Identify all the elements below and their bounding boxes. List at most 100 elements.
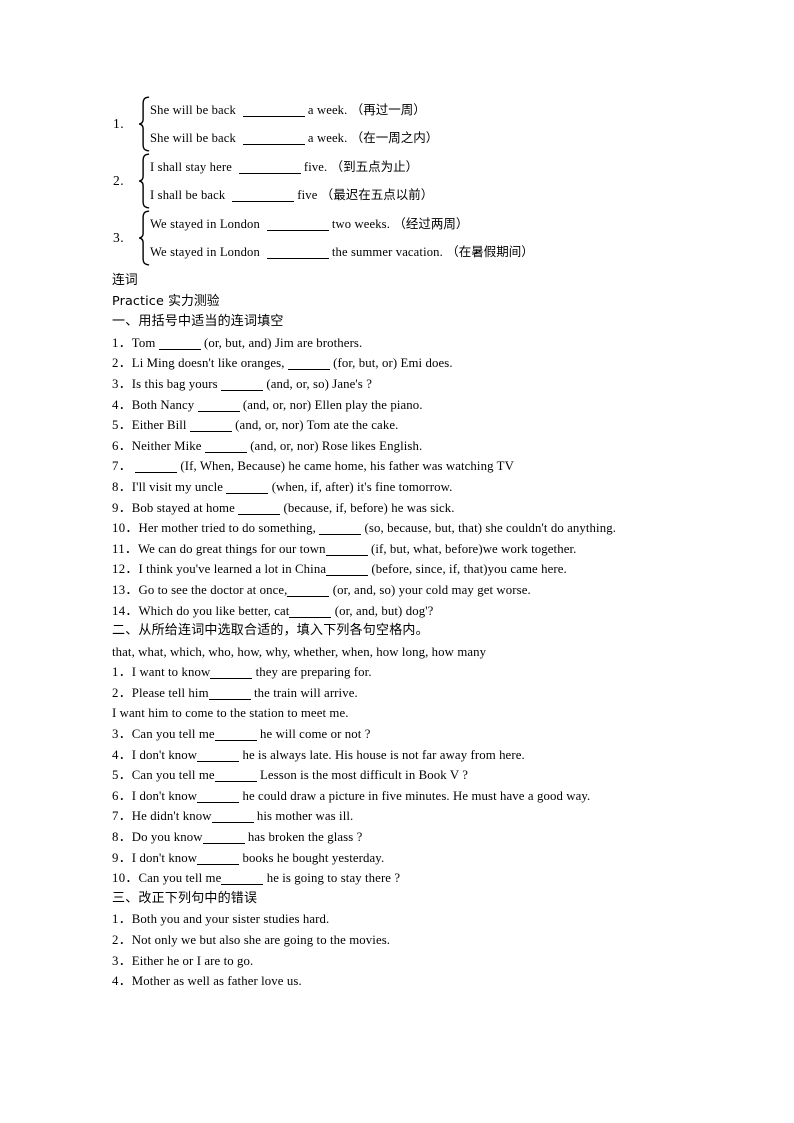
answer-blank[interactable] — [242, 133, 305, 145]
answer-blank[interactable] — [238, 162, 301, 174]
answer-blank[interactable] — [208, 688, 251, 700]
practice-title: Practice 实力测验 — [112, 293, 220, 309]
exercise-number: 1. — [113, 116, 125, 131]
answer-blank[interactable] — [319, 523, 362, 536]
sentence-before-blank: Can you tell me — [131, 768, 215, 783]
sentence-before-blank: Please tell him — [131, 685, 209, 700]
sentence-after-blank: a week. — [307, 131, 348, 145]
answer-blank[interactable] — [210, 667, 253, 680]
sentence-before-blank: Can you tell me — [138, 871, 222, 886]
answer-blank[interactable] — [197, 853, 240, 865]
answer-blank[interactable] — [214, 770, 257, 783]
exercise-item: 13．Go to see the doctor at once, (or, an… — [112, 580, 712, 601]
answer-blank[interactable] — [189, 420, 232, 433]
section-one-items: 1．Tom (or, but, and) Jim are brothers. 2．… — [112, 333, 712, 621]
exercise-item: 8．I'll visit my uncle (when, if, after) … — [112, 477, 712, 498]
chinese-hint: （经过两周） — [393, 216, 469, 231]
exercise-item: 1．Tom (or, but, and) Jim are brothers. — [112, 333, 712, 354]
sentence-text: Either he or I are to go. — [131, 953, 254, 968]
answer-blank[interactable] — [242, 105, 305, 117]
exercise-item: 11．We can do great things for our town (… — [112, 539, 712, 560]
sentence-before-blank: Bob stayed at home — [131, 500, 239, 515]
sentence-before-blank: I don't know — [131, 747, 198, 762]
answer-blank[interactable] — [326, 564, 369, 577]
bracket-exercises: 1. She will be back a week. （再过一周） She wil… — [112, 96, 712, 266]
sentence-after-blank: he will come or not ? — [256, 727, 371, 742]
sentence-after-blank: has broken the glass ? — [244, 830, 363, 845]
exercise-item: 2．Li Ming doesn't like oranges, (for, bu… — [112, 353, 712, 374]
bracket-exercise-group: 1. She will be back a week. （再过一周） She wil… — [112, 96, 712, 152]
answer-blank[interactable] — [221, 379, 264, 391]
sentence-after-blank: he could draw a picture in five minutes.… — [239, 788, 591, 803]
sentence-after-blank: five. — [303, 160, 328, 174]
sentence-before-blank: I don't know — [131, 850, 198, 865]
chinese-hint: （到五点为止） — [330, 159, 419, 174]
answer-blank[interactable] — [158, 338, 201, 350]
sentence-after-blank: two weeks. — [331, 217, 391, 231]
item-number: 8． — [112, 479, 132, 494]
item-number: 7． — [112, 809, 132, 824]
sentence-before-blank: I shall be back — [150, 188, 226, 202]
exercise-item: 4．Mother as well as father love us. — [112, 971, 712, 992]
item-number: 2． — [112, 356, 132, 371]
exercise-item: 3．Either he or I are to go. — [112, 951, 712, 972]
item-number: 1． — [112, 335, 132, 350]
answer-blank[interactable] — [197, 400, 240, 412]
sentence-after-blank: (if, but, what, before)we work together. — [367, 541, 577, 556]
document-page: 1. She will be back a week. （再过一周） She wil… — [0, 0, 794, 1123]
answer-blank[interactable] — [325, 544, 368, 556]
item-number: 4． — [112, 397, 132, 412]
item-number: 9． — [112, 850, 132, 865]
exercise-item: 8．Do you know has broken the glass ? — [112, 827, 712, 848]
sentence-before-blank: Her mother tried to do something, — [138, 521, 320, 536]
answer-blank[interactable] — [211, 811, 254, 824]
item-number: 1． — [112, 912, 132, 927]
answer-blank[interactable] — [238, 503, 281, 515]
item-number: 6． — [112, 788, 132, 803]
item-number: 2． — [112, 933, 132, 947]
answer-blank[interactable] — [214, 729, 257, 742]
answer-blank[interactable] — [135, 461, 178, 474]
exercise-item: 12．I think you've learned a lot in China… — [112, 559, 712, 580]
item-number: 5． — [112, 768, 132, 783]
answer-blank[interactable] — [197, 791, 240, 803]
sentence-after-blank: (and, or, nor) Tom ate the cake. — [231, 418, 399, 433]
bracket-line: I shall stay here five. （到五点为止） — [150, 153, 712, 181]
item-number: 3． — [112, 376, 132, 391]
answer-blank[interactable] — [197, 750, 240, 762]
sentence-after-blank: (and, or, nor) Rose likes English. — [246, 438, 423, 453]
sentence-after-blank: his mother was ill. — [253, 809, 354, 824]
curly-brace-icon — [137, 153, 150, 209]
exercise-item: I want him to come to the station to mee… — [112, 703, 712, 724]
sentence-before-blank: He didn't know — [131, 809, 212, 824]
item-number: 3． — [112, 727, 132, 742]
answer-blank[interactable] — [231, 190, 294, 202]
answer-blank[interactable] — [287, 358, 330, 371]
curly-brace-icon — [137, 96, 150, 152]
answer-blank[interactable] — [221, 873, 264, 886]
section-two-word-bank: that, what, which, who, how, why, whethe… — [112, 644, 487, 659]
answer-blank[interactable] — [287, 585, 330, 597]
answer-blank[interactable] — [226, 482, 269, 494]
sentence-before-blank: Both Nancy — [131, 397, 198, 412]
answer-blank[interactable] — [204, 441, 247, 453]
exercise-item: 7．He didn't know his mother was ill. — [112, 806, 712, 827]
sentence-after-blank: (and, or, nor) Ellen play the piano. — [239, 397, 423, 412]
sentence-after-blank: Lesson is the most difficult in Book V ? — [256, 768, 469, 783]
sentence-before-blank: Go to see the doctor at once, — [138, 582, 288, 597]
answer-blank[interactable] — [289, 606, 332, 618]
answer-blank[interactable] — [266, 219, 329, 231]
answer-blank[interactable] — [202, 832, 245, 845]
sentence-text: Mother as well as father love us. — [131, 974, 302, 989]
answer-blank[interactable] — [266, 247, 329, 259]
sentence-after-blank: (If, When, Because) he came home, his fa… — [177, 459, 514, 474]
exercise-item: 3．Is this bag yours (and, or, so) Jane's… — [112, 374, 712, 395]
exercise-item: 14．Which do you like better, cat (or, an… — [112, 601, 712, 622]
item-number: 9． — [112, 500, 132, 515]
sentence-after-blank: they are preparing for. — [252, 665, 372, 680]
sentence-before-blank: Is this bag yours — [131, 376, 222, 391]
sentence-after-blank: (when, if, after) it's fine tomorrow. — [268, 479, 453, 494]
item-number: 11． — [112, 541, 139, 556]
sentence-after-blank: a week. — [307, 103, 348, 117]
sentence-after-blank: (or, and, so) your cold may get worse. — [329, 582, 531, 597]
